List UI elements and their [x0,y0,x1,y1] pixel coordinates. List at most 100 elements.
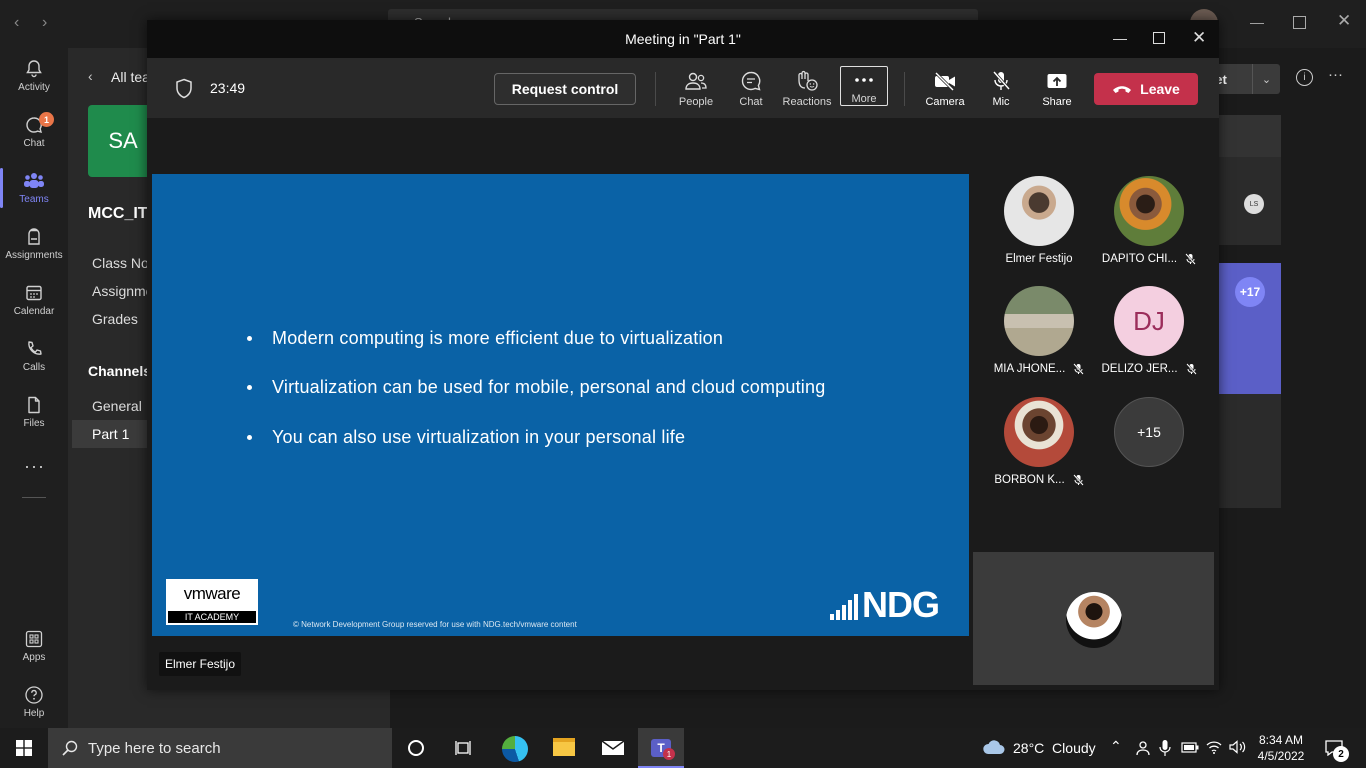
toolbar-divider [904,72,905,106]
people-icon [685,72,707,90]
forward-arrow-icon[interactable]: › [42,14,47,32]
minimize-icon[interactable]: — [1250,14,1264,30]
more-options-icon[interactable]: ··· [1328,66,1343,83]
taskbar-search-box[interactable]: Type here to search [48,728,392,768]
rail-teams[interactable]: Teams [0,160,68,216]
teams-notification-badge: 1 [663,748,675,760]
overflow-participants-tile[interactable]: +15 [1099,397,1199,467]
muted-mic-icon [1185,253,1196,265]
participant-tile[interactable]: DAPITO CHI... [1099,176,1199,265]
participant-name: Elmer Festijo [1005,253,1073,265]
participant-tile[interactable]: DJ DELIZO JER... [1099,286,1199,375]
overflow-count: +15 [1114,397,1184,467]
leave-button[interactable]: Leave [1094,73,1198,105]
minimize-icon[interactable]: — [1113,30,1127,46]
battery-icon[interactable] [1181,742,1199,753]
muted-mic-icon [1072,474,1084,486]
windows-start-icon[interactable] [16,740,32,756]
rail-assignments[interactable]: Assignments [0,216,68,272]
people-button[interactable]: People [668,70,724,114]
chat-icon [741,71,761,91]
people-icon[interactable] [1135,740,1151,756]
request-control-button[interactable]: Request control [494,73,636,105]
clock-time: 8:34 AM [1258,733,1304,747]
toolbar-label: Mic [992,96,1010,108]
participant-tile[interactable]: MIA JHONE... [989,286,1089,375]
rail-apps[interactable]: Apps [0,618,68,674]
close-icon[interactable]: ✕ [1192,28,1206,48]
restore-icon[interactable] [1293,16,1306,29]
shield-icon [176,78,192,99]
reactions-button[interactable]: Reactions [779,70,835,114]
edge-browser-icon[interactable] [502,736,528,762]
camera-off-icon [934,71,955,91]
rail-help[interactable]: Help [0,674,68,730]
rail-activity[interactable]: Activity [0,48,68,104]
app-rail: Activity 1 Chat Teams Assignments Calend… [0,48,68,728]
windows-taskbar: Type here to search T 1 28°C Cloudy ⌃ 8:… [0,728,1366,768]
rail-calls[interactable]: Calls [0,328,68,384]
vmware-logo-text: vmware [183,584,241,603]
toolbar-label: Reactions [782,96,832,108]
meeting-title: Meeting in "Part 1" [625,31,741,47]
slide-copyright: © Network Development Group reserved for… [293,620,577,629]
file-icon [28,396,40,414]
meeting-title-bar: Meeting in "Part 1" — ✕ [147,20,1219,58]
file-explorer-icon[interactable] [553,738,575,756]
search-icon [62,740,78,756]
info-icon[interactable]: i [1296,69,1313,86]
shared-content-stage: Modern computing is more efficient due t… [147,118,969,690]
meet-dropdown-icon[interactable]: ⌄ [1252,64,1280,94]
mail-icon[interactable] [601,740,625,756]
nav-grades[interactable]: Grades [92,311,138,327]
rail-label: Calls [22,362,46,373]
maximize-icon[interactable] [1153,32,1165,44]
nav-assignments[interactable]: Assignme [92,283,153,299]
meeting-toolbar: 23:49 Request control People Chat Reacti… [147,58,1219,118]
chevron-up-icon[interactable]: ⌃ [1110,738,1122,755]
weather-text[interactable]: 28°C Cloudy [1013,740,1096,756]
participant-tile[interactable]: Elmer Festijo [989,176,1089,265]
teams-taskbar-button[interactable]: T 1 [638,728,684,768]
chat-button[interactable]: Chat [723,70,779,114]
rail-chat[interactable]: 1 Chat [0,104,68,160]
back-chevron-icon[interactable]: ‹ [88,68,93,84]
mic-button[interactable]: Mic [973,70,1029,114]
toolbar-label: More [851,93,877,105]
bullet-text: You can also use virtualization in your … [272,427,686,447]
toolbar-label: People [678,96,714,108]
rail-files[interactable]: Files [0,384,68,440]
meeting-card[interactable]: +17 [1219,263,1281,394]
participant-tile[interactable]: BORBON K... [989,397,1089,486]
slide-bullet: Modern computing is more efficient due t… [247,328,723,349]
more-button[interactable]: More [840,66,888,106]
volume-icon[interactable] [1229,740,1247,754]
apps-icon [25,630,43,648]
microphone-icon[interactable] [1159,739,1171,757]
more-apps-icon[interactable]: ··· [24,456,45,477]
search-placeholder: Type here to search [88,739,221,757]
nav-class-notebook[interactable]: Class No [92,255,149,271]
system-clock[interactable]: 8:34 AM 4/5/2022 [1252,732,1310,764]
close-icon[interactable]: ✕ [1337,11,1351,31]
rail-label: Chat [23,138,45,149]
rail-label: Assignments [5,250,63,261]
channel-general[interactable]: General [92,398,142,414]
rail-label: Teams [19,194,49,205]
rail-label: Apps [22,652,46,663]
participant-name: DAPITO CHI... [1101,253,1178,265]
post-card-body: LS [1219,157,1281,245]
calendar-icon [26,285,42,301]
participant-avatar [1004,286,1074,356]
share-icon [1047,74,1067,88]
rail-calendar[interactable]: Calendar [0,272,68,328]
back-arrow-icon[interactable]: ‹ [14,14,19,32]
wifi-icon[interactable] [1206,740,1222,754]
share-button[interactable]: Share [1029,70,1085,114]
all-teams-link[interactable]: All tea [111,69,150,85]
camera-button[interactable]: Camera [917,70,973,114]
cortana-icon[interactable] [408,740,424,756]
self-view-tile [973,552,1214,685]
slide-bullet: Virtualization can be used for mobile, p… [247,377,825,398]
task-view-icon[interactable] [455,740,473,756]
